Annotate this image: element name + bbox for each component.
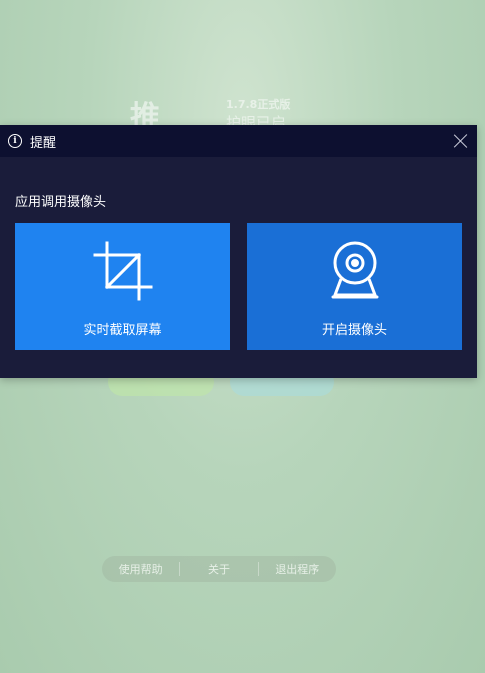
dialog-titlebar: i 提醒 xyxy=(0,125,477,157)
about-link: 关于 xyxy=(207,563,230,576)
dialog-title: 提醒 xyxy=(30,136,57,151)
help-link: 使用帮助 xyxy=(118,563,163,576)
capture-screen-button[interactable]: 实时截取屏幕 xyxy=(15,223,230,350)
open-camera-button[interactable]: 开启摄像头 xyxy=(247,223,462,350)
close-icon[interactable] xyxy=(453,133,469,149)
open-camera-label: 开启摄像头 xyxy=(321,323,387,338)
webcam-icon xyxy=(331,241,378,299)
dialog-prompt: 应用调用摄像头 xyxy=(15,195,107,210)
info-icon: i xyxy=(8,134,22,148)
reminder-dialog: i 提醒 应用调用摄像头 实时截取屏幕 开启摄像头 xyxy=(0,125,477,378)
background-version: 1.7.8正式版 xyxy=(226,98,291,111)
capture-screen-label: 实时截取屏幕 xyxy=(83,323,162,338)
crop-icon xyxy=(93,241,152,301)
exit-link: 退出程序 xyxy=(275,563,320,576)
background-footer: 使用帮助 关于 退出程序 xyxy=(102,556,336,582)
